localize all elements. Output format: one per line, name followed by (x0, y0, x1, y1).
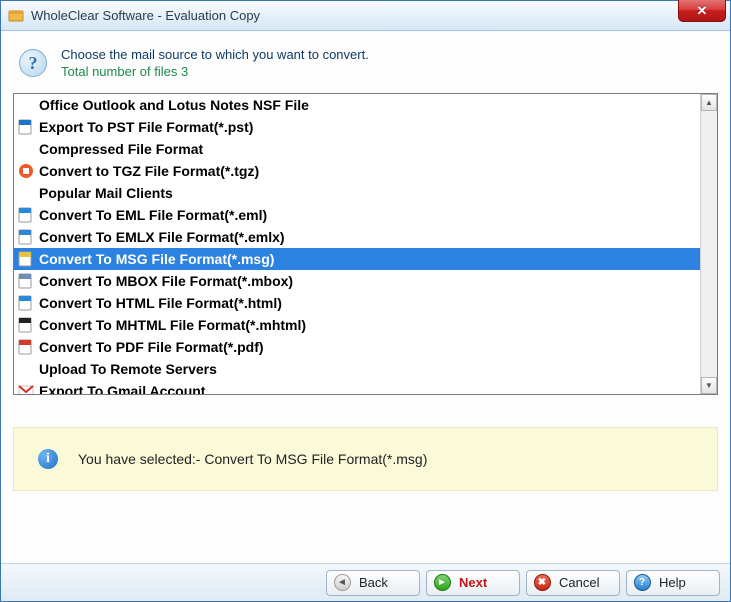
scroll-up-button[interactable]: ▲ (701, 94, 717, 111)
back-button[interactable]: ◄ Back (326, 570, 420, 596)
app-icon (7, 7, 25, 25)
close-button[interactable]: ✕ (678, 0, 726, 22)
list-item[interactable]: Convert To MBOX File Format(*.mbox) (14, 270, 700, 292)
list-item[interactable]: Export To PST File Format(*.pst) (14, 116, 700, 138)
list-item-label: Export To PST File Format(*.pst) (39, 119, 253, 135)
info-icon: i (38, 449, 58, 469)
list-item-label: Convert To MBOX File Format(*.mbox) (39, 273, 293, 289)
mhtml-icon (17, 317, 34, 334)
list-header: Compressed File Format (14, 138, 700, 160)
client-area: ? Choose the mail source to which you wa… (1, 31, 730, 563)
info-panel: i You have selected:- Convert To MSG Fil… (13, 427, 718, 491)
help-icon: ? (19, 49, 47, 77)
help-icon-button: ? (633, 574, 651, 592)
app-window: WholeClear Software - Evaluation Copy ✕ … (0, 0, 731, 602)
footer: ◄ Back ► Next ✖ Cancel ? Help (1, 563, 730, 601)
cancel-icon: ✖ (533, 574, 551, 592)
list-header: Upload To Remote Servers (14, 358, 700, 380)
back-label: Back (359, 575, 388, 590)
outlook-icon (17, 119, 34, 136)
list-item-label: Office Outlook and Lotus Notes NSF File (39, 97, 309, 113)
list-item-label: Convert To HTML File Format(*.html) (39, 295, 282, 311)
next-icon: ► (433, 574, 451, 592)
close-icon: ✕ (697, 3, 708, 19)
scrollbar[interactable]: ▲ ▼ (700, 94, 717, 394)
msg-icon (17, 251, 34, 268)
list-item[interactable]: Convert To MSG File Format(*.msg) (14, 248, 700, 270)
list-item-label: Convert To MHTML File Format(*.mhtml) (39, 317, 306, 333)
scroll-track[interactable] (701, 111, 717, 377)
header-sub: Total number of files 3 (61, 64, 369, 79)
list-item-label: Convert To EML File Format(*.eml) (39, 207, 267, 223)
html-icon (17, 295, 34, 312)
list-item-label: Convert To EMLX File Format(*.emlx) (39, 229, 285, 245)
info-text: You have selected:- Convert To MSG File … (78, 451, 427, 467)
list-item[interactable]: Convert To HTML File Format(*.html) (14, 292, 700, 314)
next-label: Next (459, 575, 487, 590)
mbox-icon (17, 273, 34, 290)
list-item-label: Convert To PDF File Format(*.pdf) (39, 339, 264, 355)
eml-icon (17, 207, 34, 224)
format-list[interactable]: Office Outlook and Lotus Notes NSF File E… (14, 94, 700, 394)
help-button[interactable]: ? Help (626, 570, 720, 596)
header-box: ? Choose the mail source to which you wa… (13, 43, 718, 93)
list-header: Popular Mail Clients (14, 182, 700, 204)
list-item-label: Popular Mail Clients (39, 185, 173, 201)
list-item-label: Compressed File Format (39, 141, 203, 157)
list-item[interactable]: Convert To PDF File Format(*.pdf) (14, 336, 700, 358)
tgz-icon (17, 163, 34, 180)
list-item-label: Convert To MSG File Format(*.msg) (39, 251, 274, 267)
list-item[interactable]: Export To Gmail Account (14, 380, 700, 394)
list-item[interactable]: Convert To MHTML File Format(*.mhtml) (14, 314, 700, 336)
back-icon: ◄ (333, 574, 351, 592)
emlx-icon (17, 229, 34, 246)
cancel-label: Cancel (559, 575, 599, 590)
list-item[interactable]: Convert To EMLX File Format(*.emlx) (14, 226, 700, 248)
titlebar: WholeClear Software - Evaluation Copy ✕ (1, 1, 730, 31)
window-title: WholeClear Software - Evaluation Copy (31, 8, 260, 23)
cancel-button[interactable]: ✖ Cancel (526, 570, 620, 596)
header-prompt: Choose the mail source to which you want… (61, 47, 369, 62)
help-label: Help (659, 575, 686, 590)
list-item-label: Convert to TGZ File Format(*.tgz) (39, 163, 259, 179)
list-header: Office Outlook and Lotus Notes NSF File (14, 94, 700, 116)
list-item[interactable]: Convert to TGZ File Format(*.tgz) (14, 160, 700, 182)
scroll-down-button[interactable]: ▼ (701, 377, 717, 394)
list-item[interactable]: Convert To EML File Format(*.eml) (14, 204, 700, 226)
list-item-label: Export To Gmail Account (39, 383, 205, 394)
pdf-icon (17, 339, 34, 356)
list-item-label: Upload To Remote Servers (39, 361, 217, 377)
format-list-box: Office Outlook and Lotus Notes NSF File E… (13, 93, 718, 395)
gmail-icon (17, 383, 34, 395)
next-button[interactable]: ► Next (426, 570, 520, 596)
